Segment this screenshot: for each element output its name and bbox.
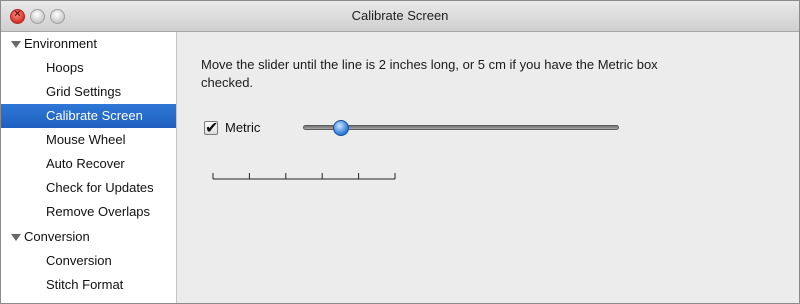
title-bar[interactable]: × Calibrate Screen: [1, 1, 799, 32]
sidebar-group-label: Conversion: [24, 229, 90, 244]
window-title: Calibrate Screen: [351, 8, 449, 23]
sidebar-item-label: Remove Overlaps: [46, 204, 151, 219]
sidebar-group-label: Environment: [24, 36, 97, 51]
sidebar-item-label: Grid Settings: [46, 84, 122, 99]
slider-track[interactable]: [303, 125, 619, 130]
calibrate-screen-panel: Move the slider until the line is 2 inch…: [177, 32, 799, 303]
sidebar-item-label: Check for Updates: [46, 180, 154, 195]
sidebar-item-stitch-format[interactable]: Stitch Format: [1, 273, 176, 297]
preferences-window: × Calibrate Screen Environment Hoops Gri…: [0, 0, 800, 304]
sidebar-item-grid-settings[interactable]: Grid Settings: [1, 80, 176, 104]
sidebar-item-hoops[interactable]: Hoops: [1, 56, 176, 80]
sidebar-item-calibrate-screen[interactable]: Calibrate Screen: [1, 104, 176, 128]
sidebar-item-check-for-updates[interactable]: Check for Updates: [1, 176, 176, 200]
sidebar-item-mouse-wheel[interactable]: Mouse Wheel: [1, 128, 176, 152]
sidebar-item-label: Mouse Wheel: [46, 132, 126, 147]
sidebar-item-label: Conversion: [46, 253, 112, 268]
sidebar-group-environment[interactable]: Environment: [1, 32, 176, 56]
slider-thumb[interactable]: [333, 120, 349, 136]
sidebar-item-label: Stitch Format: [46, 277, 124, 292]
sidebar-item-conversion[interactable]: Conversion: [1, 249, 176, 273]
disclosure-triangle-icon[interactable]: [11, 234, 21, 241]
sidebar-group-conversion[interactable]: Conversion: [1, 225, 176, 249]
sidebar-item-label: Hoops: [46, 60, 84, 75]
metric-label[interactable]: Metric: [225, 120, 260, 135]
sidebar-item-remove-overlaps[interactable]: Remove Overlaps: [1, 200, 176, 224]
calibration-slider[interactable]: [303, 120, 619, 136]
calibration-ruler: [212, 169, 397, 181]
ruler-graphic: [212, 173, 396, 180]
sidebar-item-label: Calibrate Screen: [46, 108, 143, 123]
checkmark-icon: ✔: [205, 118, 219, 137]
sidebar-item-label: Auto Recover: [46, 156, 125, 171]
metric-checkbox[interactable]: ✔: [204, 118, 219, 137]
instructions-text: Move the slider until the line is 2 inch…: [201, 57, 658, 90]
sidebar: Environment Hoops Grid Settings Calibrat…: [1, 32, 177, 303]
sidebar-item-auto-recover[interactable]: Auto Recover: [1, 152, 176, 176]
disclosure-triangle-icon[interactable]: [11, 41, 21, 48]
